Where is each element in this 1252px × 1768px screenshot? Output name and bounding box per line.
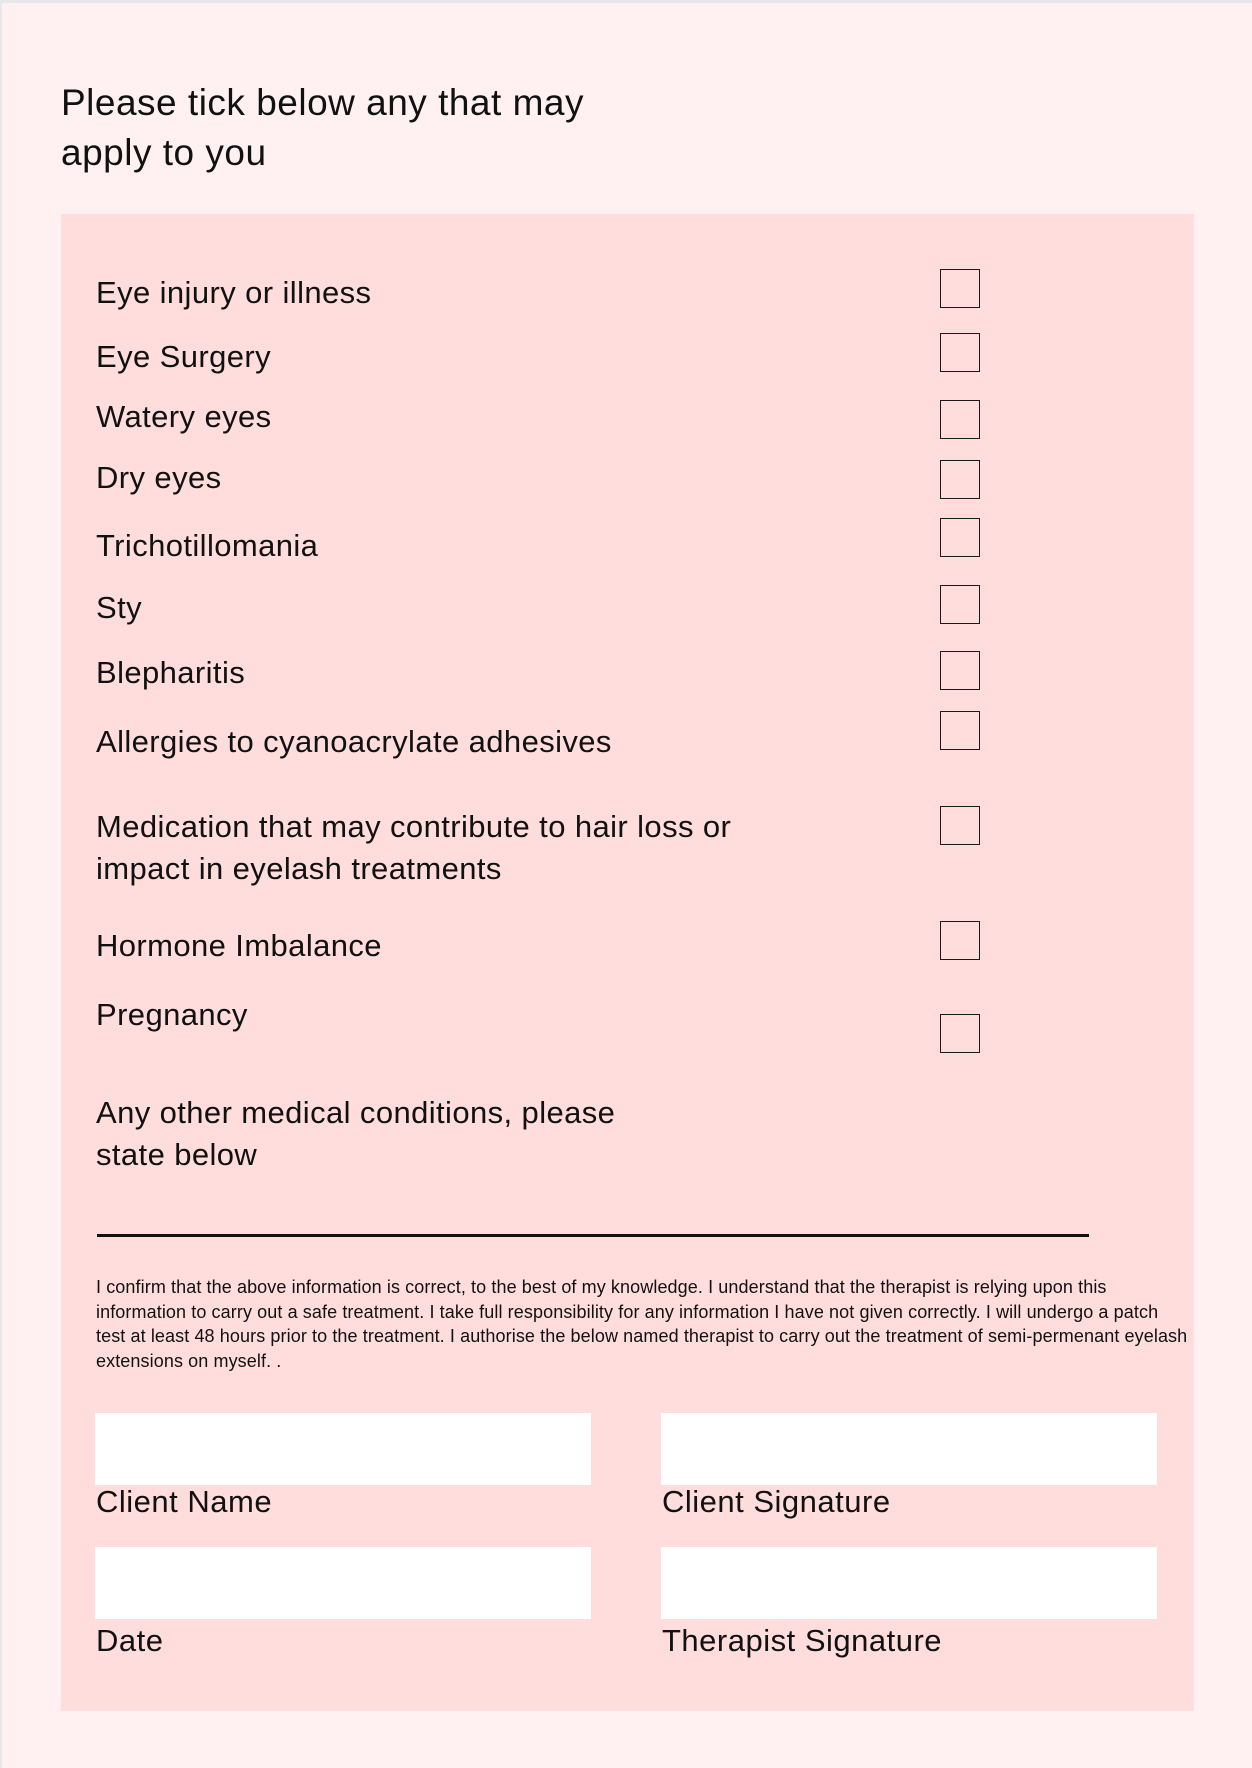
top-edge <box>0 0 1252 3</box>
checkbox-blepharitis[interactable] <box>940 651 980 690</box>
condition-label-sty: Sty <box>96 590 142 625</box>
checkbox-eye-injury[interactable] <box>940 269 980 308</box>
checkbox-medication[interactable] <box>940 806 980 845</box>
other-conditions-prompt-line-2: state below <box>96 1137 258 1172</box>
client-name-label: Client Name <box>96 1484 273 1519</box>
client-signature-label: Client Signature <box>662 1484 891 1519</box>
other-conditions-write-line[interactable] <box>97 1234 1089 1237</box>
condition-label-pregnancy: Pregnancy <box>96 997 248 1032</box>
checkbox-dry-eyes[interactable] <box>940 460 980 499</box>
condition-label-watery-eyes: Watery eyes <box>96 399 272 434</box>
page-title-line-1: Please tick below any that may <box>61 82 584 123</box>
left-edge <box>0 0 2 1768</box>
condition-label-medication: Medication that may contribute to hair l… <box>96 806 731 890</box>
therapist-signature-field[interactable] <box>661 1547 1157 1619</box>
condition-label-dry-eyes: Dry eyes <box>96 460 222 495</box>
checkbox-hormone-imbalance[interactable] <box>940 921 980 960</box>
page-title-line-2: apply to you <box>61 132 267 173</box>
other-conditions-prompt: Any other medical conditions, please sta… <box>96 1092 615 1176</box>
checkbox-eye-surgery[interactable] <box>940 333 980 372</box>
condition-label-trichotillomania: Trichotillomania <box>96 528 319 563</box>
condition-label-blepharitis: Blepharitis <box>96 655 246 690</box>
checkbox-allergies[interactable] <box>940 711 980 750</box>
condition-label-hormone-imbalance: Hormone Imbalance <box>96 928 382 963</box>
date-label: Date <box>96 1623 164 1658</box>
checkbox-trichotillomania[interactable] <box>940 518 980 557</box>
condition-label-medication-line-2: impact in eyelash treatments <box>96 851 502 886</box>
consent-disclaimer: I confirm that the above information is … <box>96 1277 1188 1371</box>
therapist-signature-label: Therapist Signature <box>662 1623 943 1658</box>
client-signature-field[interactable] <box>661 1413 1157 1485</box>
date-field[interactable] <box>95 1547 591 1619</box>
other-conditions-prompt-line-1: Any other medical conditions, please <box>96 1095 616 1130</box>
page-title: Please tick below any that may apply to … <box>61 78 761 178</box>
condition-label-eye-surgery: Eye Surgery <box>96 339 271 374</box>
client-name-field[interactable] <box>95 1413 591 1485</box>
checkbox-watery-eyes[interactable] <box>940 400 980 439</box>
condition-label-eye-injury: Eye injury or illness <box>96 275 372 310</box>
condition-label-allergies: Allergies to cyanoacrylate adhesives <box>96 724 612 759</box>
checkbox-sty[interactable] <box>940 585 980 624</box>
checkbox-pregnancy[interactable] <box>940 1014 980 1053</box>
condition-label-medication-line-1: Medication that may contribute to hair l… <box>96 809 732 844</box>
